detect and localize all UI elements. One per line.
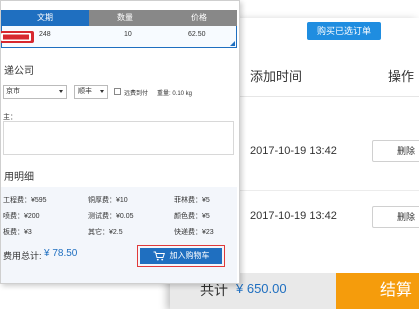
courier-section-title: 递公司 (4, 66, 34, 77)
remote-fee-label: 远费到付 (124, 91, 149, 97)
tab-price[interactable]: 价格 (161, 10, 237, 26)
add-to-cart-label: 加入购物车 (169, 251, 210, 260)
column-header-time: 添加时间 (250, 69, 303, 84)
courier-value: 顺丰 (78, 88, 92, 95)
note-textarea[interactable] (3, 121, 234, 155)
buy-selected-button[interactable]: 购买已选订单 (307, 22, 381, 40)
checkout-button[interactable]: 结算 (336, 273, 419, 309)
fee-item: 其它：¥2.5 (88, 229, 123, 236)
product-id: 248 (39, 31, 51, 38)
fee-item: 喷费：¥200 (3, 213, 40, 220)
row-time: 2017-10-19 13:42 (250, 145, 337, 157)
fee-item: 快递费：¥23 (174, 229, 214, 236)
tab-quantity[interactable]: 数量 (89, 10, 161, 26)
screenshot-stage: 购买已选订单 添加时间 操作 2017-10-19 13:42 删除 2017-… (0, 0, 419, 309)
header-divider (240, 96, 419, 97)
row-divider (240, 190, 419, 191)
product-price: 62.50 (188, 31, 206, 38)
column-header-operation: 操作 (388, 69, 415, 84)
courier-select[interactable]: 顺丰 (74, 85, 108, 99)
add-to-cart-button[interactable]: 加入购物车 (137, 245, 225, 267)
weight-label: 重量: 0.10 kg (157, 91, 193, 97)
selected-corner-icon (230, 41, 235, 46)
delete-button[interactable]: 删除 (372, 206, 419, 228)
product-quantity: 10 (124, 31, 132, 38)
selected-product-row[interactable]: 248 10 62.50 (1, 26, 237, 48)
row-time: 2017-10-19 13:42 (250, 210, 337, 222)
fee-item: 铜厚费：¥10 (88, 197, 128, 204)
cart-icon (153, 251, 165, 261)
fee-total-value: ¥ 78.50 (44, 248, 78, 259)
fee-item: 菲林费：¥5 (174, 197, 210, 204)
delete-button[interactable]: 删除 (372, 140, 419, 162)
chevron-down-icon (59, 90, 63, 93)
fee-item: 颜色费：¥5 (174, 213, 210, 220)
fee-item: 测试费：¥0.05 (88, 213, 134, 220)
fee-section-title: 用明细 (4, 172, 34, 183)
fee-item: 工程费：¥595 (3, 197, 47, 204)
fee-total-label: 费用总计: (3, 251, 42, 261)
product-logo-icon (1, 31, 34, 43)
remote-fee-checkbox[interactable] (114, 88, 121, 95)
city-select[interactable]: 京市 (3, 85, 67, 99)
fee-item: 板费：¥3 (3, 229, 32, 236)
city-value: 京市 (6, 88, 20, 95)
tab-period[interactable]: 文期 (1, 10, 89, 26)
quote-tabs: 文期 数量 价格 (1, 10, 237, 26)
quote-panel: 文期 数量 价格 248 10 62.50 递公司 京市 顺丰 远费到付 重量:… (0, 0, 240, 284)
cart-total-value: ¥ 650.00 (236, 281, 287, 296)
chevron-down-icon (100, 90, 104, 93)
